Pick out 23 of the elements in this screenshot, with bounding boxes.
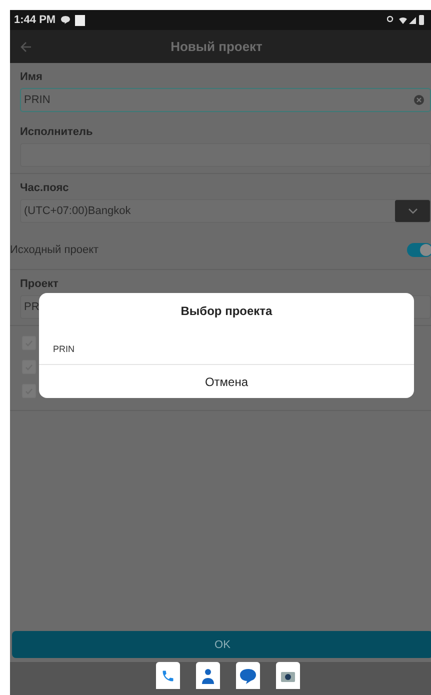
square-notification-icon	[74, 14, 85, 26]
toggle-label: Исходный проект	[10, 244, 99, 256]
chevron-down-icon	[408, 208, 418, 214]
chat-bubble-icon[interactable]	[238, 668, 256, 684]
cancel-button[interactable]: Отмена	[39, 365, 414, 398]
name-field[interactable]: PRIN	[20, 88, 431, 112]
field-label: Исполнитель	[20, 126, 94, 138]
field-label: Имя	[20, 71, 44, 83]
person-icon[interactable]	[200, 668, 214, 684]
back-arrow-icon[interactable]	[20, 40, 32, 52]
camera-icon[interactable]	[280, 670, 294, 682]
dialog-title: Выбор проекта	[180, 303, 274, 320]
phone-icon[interactable]	[160, 668, 174, 682]
project-option[interactable]: PRIN	[39, 332, 414, 365]
clear-icon[interactable]	[414, 95, 424, 105]
chat-notification-icon	[60, 16, 70, 24]
status-icons	[387, 15, 427, 25]
screen-title: Новый проект	[170, 39, 264, 54]
status-time: 1:44 PM	[14, 14, 56, 26]
field-label: Час.пояс	[20, 182, 70, 194]
field-label: Проект	[20, 278, 60, 290]
source-project-switch[interactable]	[407, 243, 431, 257]
timezone-select[interactable]: (UTC+07:00)Bangkok	[20, 199, 431, 223]
